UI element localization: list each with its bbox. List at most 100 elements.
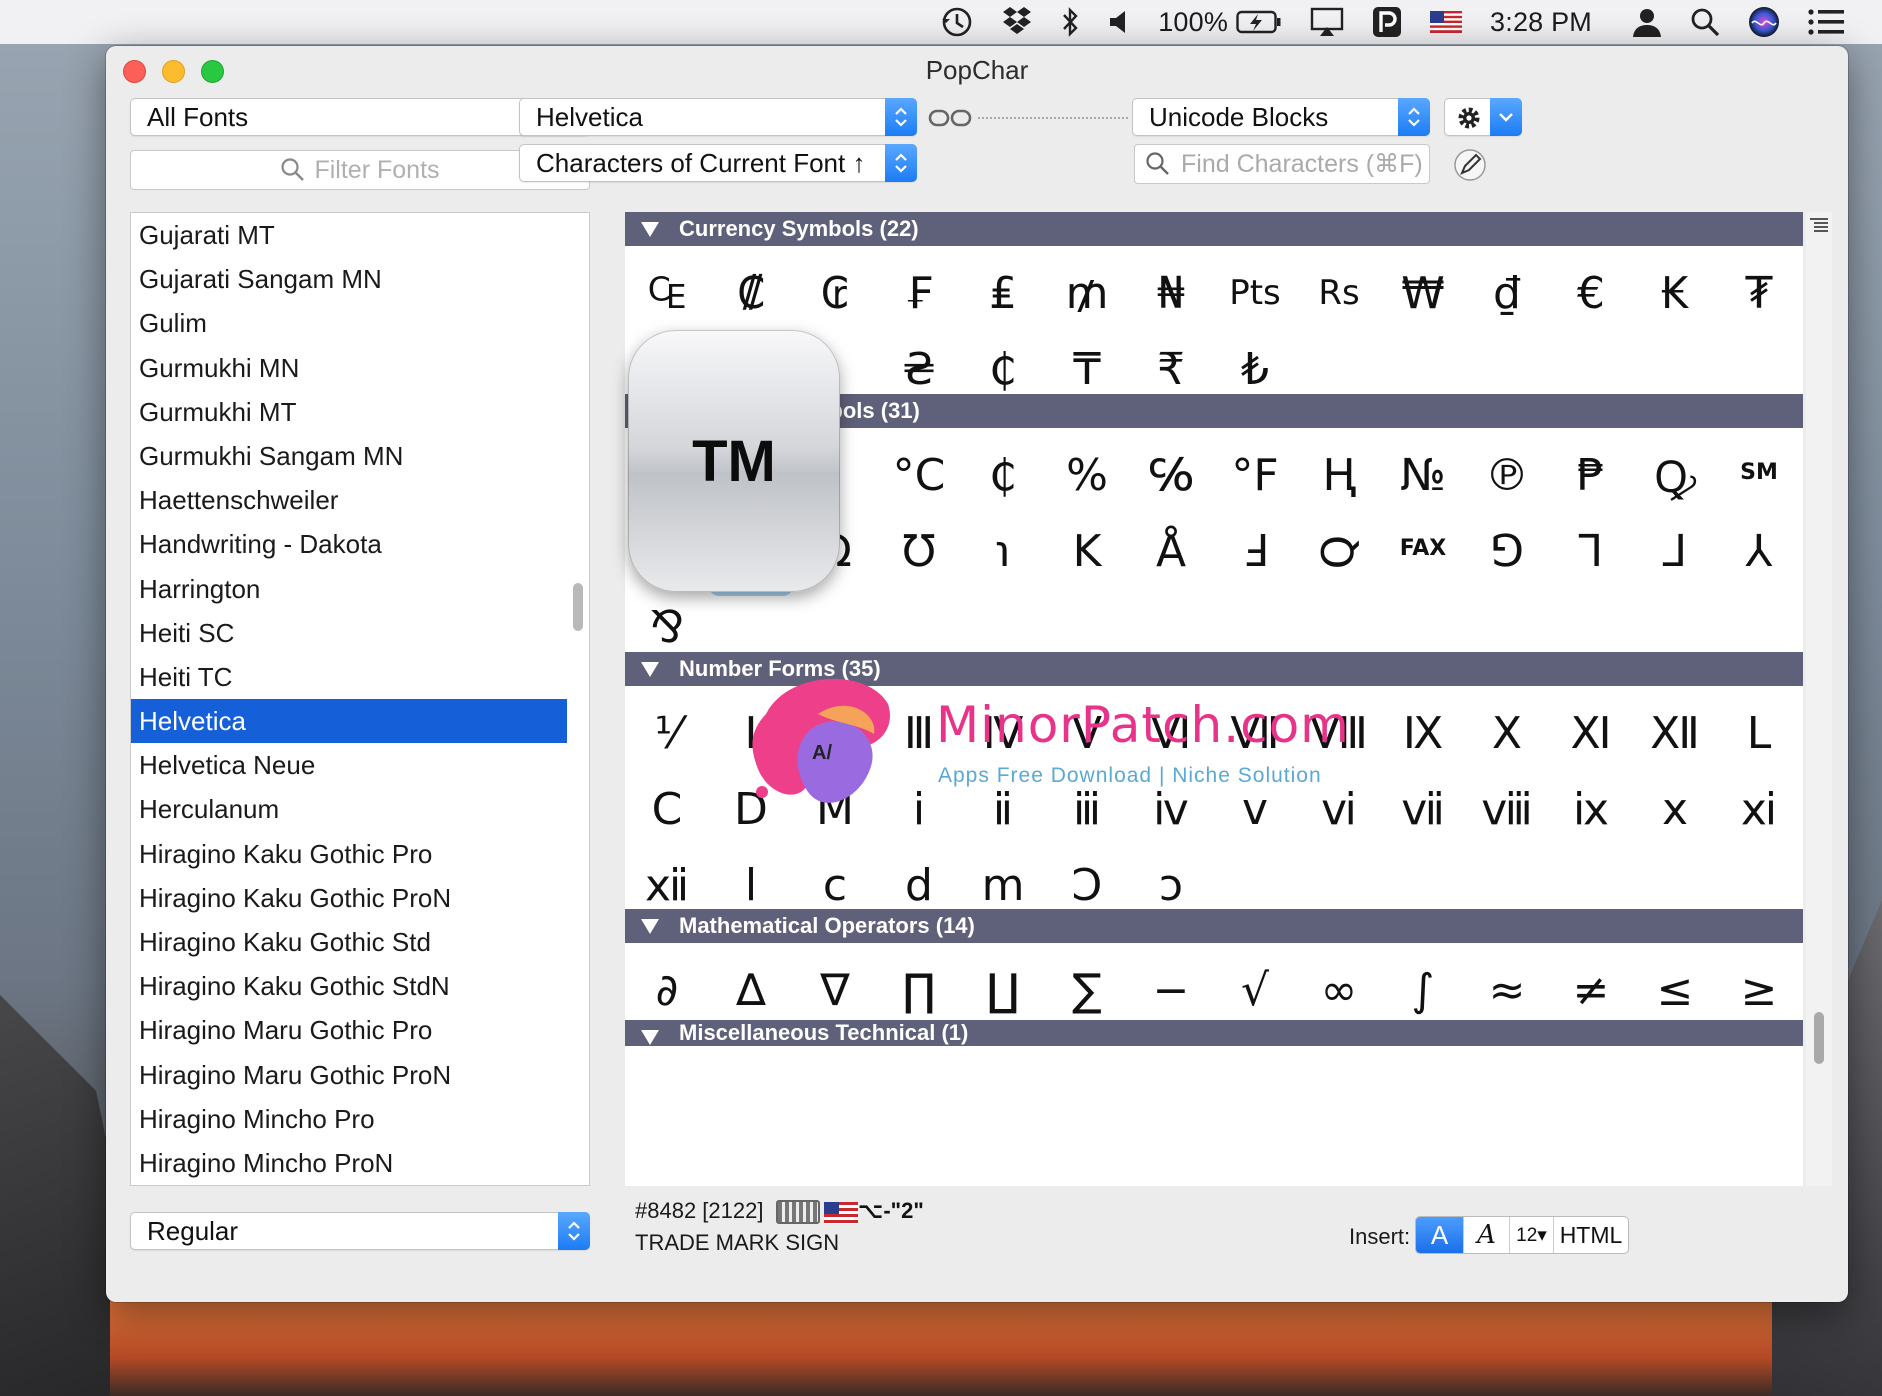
watermark-logo: A/ <box>748 674 898 822</box>
keyboard-shortcut: ⌥-"2" <box>858 1198 924 1223</box>
minimize-button[interactable] <box>162 60 185 83</box>
stepper-arrows-icon <box>1398 98 1430 136</box>
search-icon <box>1146 152 1169 175</box>
close-button[interactable] <box>123 60 146 83</box>
font-list-item[interactable]: Hiragino Kaku Gothic Pro <box>131 832 567 876</box>
volume-icon[interactable] <box>1108 0 1130 44</box>
disclosure-triangle-icon <box>641 919 659 934</box>
current-font-label: Helvetica <box>536 102 643 132</box>
insert-size-button[interactable]: 12▾ <box>1510 1217 1554 1253</box>
character-name: TRADE MARK SIGN <box>635 1230 840 1255</box>
insert-plain-button[interactable]: A <box>1416 1217 1464 1253</box>
current-font-popup[interactable]: Helvetica <box>519 98 917 136</box>
link-divider <box>978 117 1128 119</box>
section-header-math-operators[interactable]: Mathematical Operators (14) <box>625 909 1803 943</box>
font-list-item[interactable]: Gurmukhi Sangam MN <box>131 434 567 478</box>
list-view-toggle-icon[interactable] <box>1808 216 1830 241</box>
insert-label: Insert: <box>1349 1224 1411 1249</box>
find-characters-placeholder: Find Characters (⌘F) <box>1181 150 1423 178</box>
search-icon <box>281 158 305 181</box>
insert-styled-button[interactable]: A <box>1464 1217 1510 1253</box>
chevron-down-icon <box>1490 98 1522 136</box>
filter-fonts-placeholder: Filter Fonts <box>314 156 440 184</box>
section-title: Miscellaneous Technical (1) <box>679 1020 969 1045</box>
character-magnifier: TM <box>628 330 840 592</box>
magnified-glyph: TM <box>692 428 776 494</box>
font-list-item[interactable]: Gurmukhi MN <box>131 346 567 390</box>
zoom-button[interactable] <box>201 60 224 83</box>
draw-character-icon[interactable] <box>1453 148 1487 187</box>
insert-html-button[interactable]: HTML <box>1554 1217 1628 1253</box>
link-icon[interactable] <box>928 107 974 134</box>
keyboard-icon <box>776 1200 820 1224</box>
spotlight-search-icon[interactable] <box>1690 0 1720 44</box>
char-row: ⅋ <box>625 582 1803 653</box>
find-characters-field[interactable]: Find Characters (⌘F) <box>1134 144 1430 184</box>
desktop-sunset <box>110 1300 1772 1396</box>
user-icon[interactable] <box>1632 0 1662 44</box>
font-list-item[interactable]: Hiragino Kaku Gothic Std <box>131 920 567 964</box>
stepper-arrows-icon <box>885 98 917 136</box>
section-header-misc-technical[interactable]: Miscellaneous Technical (1) <box>625 1020 1803 1046</box>
settings-menu-button[interactable] <box>1444 98 1522 136</box>
font-list-items: Gujarati MT Gujarati Sangam MN Gulim Gurmuk… <box>131 213 589 1185</box>
watermark-logo-text: A/ <box>812 742 832 764</box>
disclosure-triangle-icon <box>641 1030 659 1045</box>
font-list-item[interactable]: Helvetica <box>131 699 567 744</box>
notification-center-icon[interactable] <box>1808 0 1844 44</box>
font-list-item[interactable]: Harrington <box>131 567 567 611</box>
font-list-item[interactable]: Herculanum <box>131 787 567 831</box>
airplay-icon[interactable] <box>1310 0 1344 44</box>
font-list-item[interactable]: Hiragino Kaku Gothic StdN <box>131 964 567 1008</box>
font-collection-label: All Fonts <box>147 102 249 132</box>
grouping-label: Unicode Blocks <box>1149 102 1329 132</box>
font-list-item[interactable]: Hiragino Maru Gothic Pro <box>131 1008 567 1052</box>
font-list-scrollbar[interactable] <box>573 583 583 631</box>
popchar-menu-icon[interactable] <box>1372 0 1402 44</box>
popchar-window: PopChar All Fonts Filter Fonts Helvetica… <box>106 46 1848 1302</box>
character-table-scrollbar[interactable] <box>1806 212 1832 1186</box>
scrollbar-thumb[interactable] <box>1814 1012 1824 1064</box>
clock[interactable]: 3:28 PM <box>1490 0 1592 44</box>
disclosure-triangle-icon <box>641 222 659 237</box>
insert-mode-control[interactable]: A A 12▾ HTML <box>1415 1216 1629 1254</box>
us-flag-icon <box>824 1202 858 1224</box>
font-list-item[interactable]: Helvetica Neue <box>131 743 567 787</box>
view-mode-popup[interactable]: Characters of Current Font ↑ <box>519 144 917 182</box>
battery-percent: 100% <box>1158 6 1229 37</box>
us-flag-input-icon[interactable] <box>1430 0 1463 44</box>
disclosure-triangle-icon <box>641 662 659 677</box>
font-list-item[interactable]: Hiragino Kaku Gothic ProN <box>131 876 567 920</box>
font-list-item[interactable]: Gujarati MT <box>131 213 567 257</box>
watermark-title: MinorPatch.com <box>936 696 1350 754</box>
section-header-currency[interactable]: Currency Symbols (22) <box>625 212 1803 246</box>
gear-icon <box>1458 107 1480 129</box>
stepper-arrows-icon <box>885 144 917 182</box>
font-list-item[interactable]: Gujarati Sangam MN <box>131 257 567 301</box>
view-mode-label: Characters of Current Font ↑ <box>536 148 866 178</box>
stepper-arrows-icon <box>558 1212 590 1250</box>
battery-charging-icon[interactable] <box>1236 0 1282 44</box>
style-label: Regular <box>147 1216 239 1246</box>
font-list-item[interactable]: Gulim <box>131 301 567 345</box>
dropbox-icon[interactable] <box>1002 0 1032 44</box>
font-list-item[interactable]: Heiti TC <box>131 655 567 699</box>
window-title: PopChar <box>925 55 1029 85</box>
time-machine-icon[interactable] <box>940 0 974 44</box>
font-list-item[interactable]: Hiragino Mincho ProN <box>131 1141 567 1185</box>
font-list-item[interactable]: Haettenschweiler <box>131 478 567 522</box>
grouping-popup[interactable]: Unicode Blocks <box>1132 98 1430 136</box>
font-list-item[interactable]: Hiragino Maru Gothic ProN <box>131 1053 567 1097</box>
siri-icon[interactable] <box>1748 0 1780 44</box>
font-list-item[interactable]: Handwriting - Dakota <box>131 522 567 566</box>
font-list-item[interactable]: Heiti SC <box>131 611 567 655</box>
section-title: Mathematical Operators (14) <box>679 913 975 938</box>
font-list-item[interactable]: Gurmukhi MT <box>131 390 567 434</box>
font-list[interactable]: Gujarati MT Gujarati Sangam MN Gulim Gurmuk… <box>130 212 590 1186</box>
watermark-subtitle: Apps Free Download | Niche Solution <box>938 764 1322 787</box>
style-popup[interactable]: Regular <box>130 1212 590 1250</box>
section-title: Currency Symbols (22) <box>679 216 919 241</box>
menu-bar: 100% 3:28 PM <box>0 0 1882 44</box>
font-list-item[interactable]: Hiragino Mincho Pro <box>131 1097 567 1141</box>
bluetooth-icon[interactable] <box>1060 0 1080 44</box>
